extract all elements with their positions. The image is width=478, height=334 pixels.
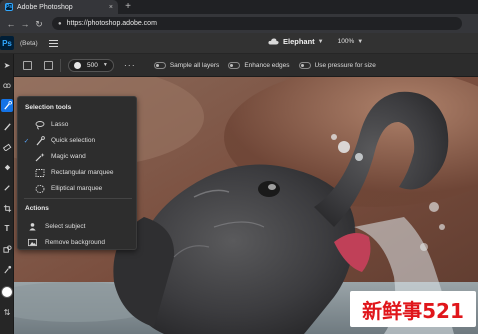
document-title-area[interactable]: Elephant ▼ 100% ▼ (268, 37, 363, 46)
back-button[interactable]: ← (4, 17, 18, 31)
toggle-switch[interactable] (153, 61, 166, 69)
tool-bar: ➤ ꝏ T ⇅ (0, 54, 14, 334)
brush-preview-icon (74, 61, 81, 69)
add-to-selection-icon[interactable] (23, 60, 32, 70)
menu-item-label: Lasso (51, 121, 69, 128)
url-field[interactable]: ● https://photoshop.adobe.com (52, 17, 462, 30)
new-tab-button[interactable]: + (121, 0, 135, 14)
menu-icon[interactable] (48, 39, 58, 47)
tab-title: Adobe Photoshop (17, 3, 73, 11)
checkmark-icon: ✓ (23, 137, 30, 145)
menu-item-label: Select subject (45, 223, 86, 230)
fill-tool-icon[interactable] (1, 161, 13, 174)
divider (60, 58, 61, 72)
menu-divider (24, 198, 132, 199)
shape-tool-icon[interactable] (1, 243, 13, 256)
zoom-chevron-down-icon[interactable]: ▼ (357, 39, 363, 45)
menu-item-label: Remove background (45, 239, 105, 246)
toggle-label: Use pressure for size (314, 61, 376, 69)
watermark: 新鲜事521 (350, 291, 476, 327)
menu-item-label: Quick selection (51, 137, 96, 144)
browser-tab-bar: Ps Adobe Photoshop × + (0, 0, 478, 14)
foreground-color-swatch[interactable] (1, 286, 13, 298)
site-info-icon[interactable]: ● (58, 21, 62, 27)
menu-item-quick-selection[interactable]: ✓ Quick selection (18, 133, 136, 148)
cloud-icon (268, 38, 279, 45)
browser-tab[interactable]: Ps Adobe Photoshop × (0, 0, 118, 14)
type-tool-icon[interactable]: T (1, 222, 13, 235)
eraser-tool-icon[interactable] (1, 140, 13, 153)
lasso-icon (35, 120, 45, 129)
use-pressure-toggle[interactable]: Use pressure for size (298, 61, 376, 69)
quick-selection-icon (36, 135, 45, 145)
document-name: Elephant (283, 37, 315, 46)
subtract-from-selection-icon[interactable] (44, 60, 53, 70)
dropper-tool-icon[interactable] (1, 181, 13, 194)
reload-button[interactable]: ↻ (32, 17, 46, 31)
chevron-down-icon: ▼ (102, 62, 108, 68)
toggle-label: Sample all layers (169, 61, 220, 69)
menu-item-remove-background[interactable]: Remove background (18, 235, 136, 250)
menu-item-select-subject[interactable]: Select subject (18, 219, 136, 234)
tab-close-button[interactable]: × (109, 4, 113, 11)
select-subject-icon (29, 223, 36, 231)
section-heading: Actions (25, 205, 49, 212)
zoom-level[interactable]: 100% (338, 38, 355, 45)
toggle-switch[interactable] (228, 61, 241, 69)
url-text: https://photoshop.adobe.com (66, 20, 157, 27)
menu-item-label: Magic wand (51, 153, 86, 160)
elliptical-marquee-icon (35, 184, 45, 193)
photoshop-logo: Ps (0, 36, 14, 50)
browser-address-bar: ← → ↻ ● https://photoshop.adobe.com (0, 14, 478, 33)
menu-item-rectangular-marquee[interactable]: Rectangular marquee (18, 165, 136, 180)
watermark-text: 新鲜事521 (362, 298, 464, 323)
brush-tool-icon[interactable] (1, 120, 13, 133)
forward-button[interactable]: → (18, 17, 32, 31)
magic-wand-icon (35, 152, 45, 161)
menu-item-elliptical-marquee[interactable]: Elliptical marquee (18, 181, 136, 196)
lasso-tool-icon[interactable]: ꝏ (1, 79, 13, 92)
menu-item-label: Elliptical marquee (51, 185, 103, 192)
section-heading: Selection tools (25, 104, 72, 111)
brush-size-dropdown[interactable]: 500 ▼ (68, 58, 114, 72)
selection-tools-menu: Selection tools Lasso ✓ Quick selection … (17, 96, 137, 250)
remove-background-icon (28, 238, 37, 247)
chevron-down-icon[interactable]: ▼ (318, 39, 324, 45)
beta-label: (Beta) (20, 39, 38, 47)
menu-item-label: Rectangular marquee (51, 169, 114, 176)
brush-size-value: 500 (87, 61, 98, 69)
options-bar: 500 ▼ ··· Sample all layers Enhance edge… (14, 54, 478, 77)
toggle-switch[interactable] (298, 61, 311, 69)
quick-selection-tool-icon[interactable] (1, 99, 13, 112)
rectangular-marquee-icon (35, 168, 45, 177)
crop-tool-icon[interactable] (1, 202, 13, 215)
enhance-edges-toggle[interactable]: Enhance edges (228, 61, 290, 69)
menu-item-magic-wand[interactable]: Magic wand (18, 149, 136, 164)
toggle-label: Enhance edges (244, 61, 290, 69)
sample-all-layers-toggle[interactable]: Sample all layers (153, 61, 220, 69)
photoshop-favicon-icon: Ps (5, 3, 13, 11)
more-options-icon[interactable]: ··· (124, 60, 136, 70)
eyedropper-tool-icon[interactable] (1, 263, 13, 276)
swap-colors-icon[interactable]: ⇅ (1, 306, 13, 319)
menu-item-lasso[interactable]: Lasso (18, 117, 136, 132)
move-tool-icon[interactable]: ➤ (1, 59, 13, 72)
app-header: Ps (Beta) Elephant ▼ 100% ▼ (0, 33, 478, 54)
